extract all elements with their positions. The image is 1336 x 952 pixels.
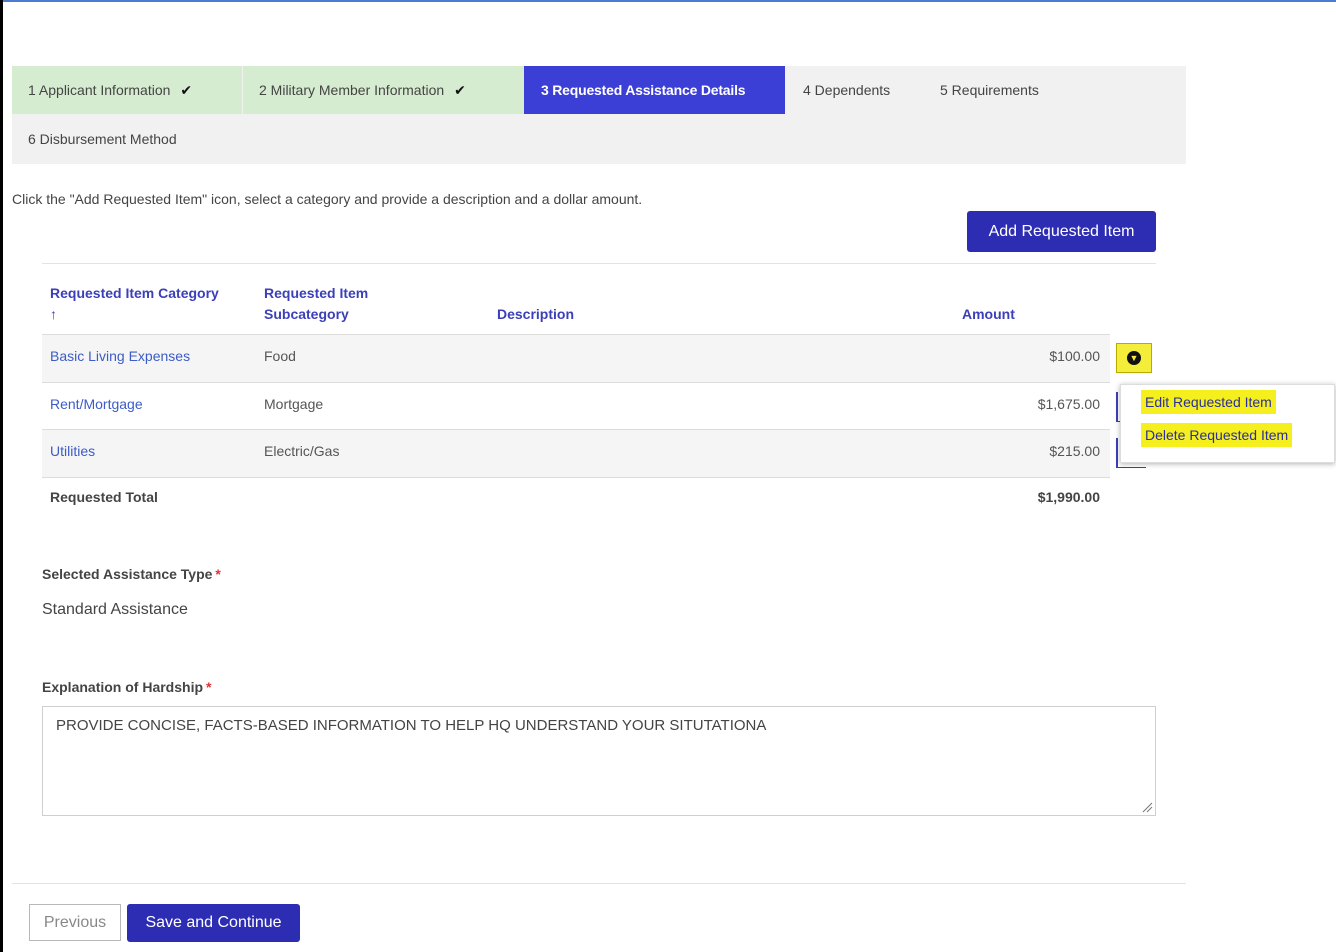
column-header-category[interactable]: Requested Item Category ↑ [50,283,219,325]
table-divider [42,477,1110,478]
row-amount: $100.00 [1049,348,1100,364]
required-marker: * [206,679,212,695]
step-label: 2 Military Member Information [259,82,445,98]
row-amount: $215.00 [1049,443,1100,459]
label-text: Explanation of Hardship [42,679,204,695]
header-text: Requested Item Category [50,285,219,301]
hardship-label: Explanation of Hardship * [42,679,211,695]
menu-item-delete-requested-item[interactable]: Delete Requested Item [1141,423,1293,447]
step-navigation: 1 Applicant Information ✔ 2 Military Mem… [12,66,1186,164]
row-category: Basic Living Expenses [50,348,191,364]
required-marker: * [215,566,221,582]
row-actions-button[interactable]: ▼ [1116,343,1152,373]
requested-total-value: $1,990.00 [1037,489,1100,505]
row-subcategory: Electric/Gas [264,443,340,459]
divider [42,263,1156,264]
step-applicant-information[interactable]: 1 Applicant Information ✔ [12,66,242,114]
step-label: 6 Disbursement Method [28,131,177,147]
step-dependents[interactable]: 4 Dependents [787,66,917,114]
row-actions-menu: Edit Requested Item Delete Requested Ite… [1120,384,1335,463]
resize-handle-icon[interactable] [1141,801,1153,813]
add-requested-item-button[interactable]: Add Requested Item [967,211,1156,252]
checkmark-icon: ✔ [454,81,466,98]
row-category: Rent/Mortgage [50,396,143,412]
footer-divider [12,883,1186,884]
step-requirements[interactable]: 5 Requirements [924,66,1064,114]
menu-item-edit-requested-item[interactable]: Edit Requested Item [1141,390,1276,414]
header-text: Subcategory [264,306,349,322]
assistance-type-value: Standard Assistance [42,601,188,618]
label-text: Selected Assistance Type [42,566,213,582]
header-text: Requested Item [264,285,369,301]
instructions-text: Click the "Add Requested Item" icon, sel… [12,191,643,207]
column-header-subcategory[interactable]: Requested Item Subcategory [264,283,368,325]
step-label: 3 Requested Assistance Details [541,82,746,98]
step-label: 4 Dependents [803,82,891,98]
chevron-down-circle-icon: ▼ [1127,351,1141,365]
checkmark-icon: ✔ [180,81,193,98]
requested-total-label: Requested Total [50,489,158,505]
hardship-textarea[interactable]: PROVIDE CONCISE, FACTS-BASED INFORMATION… [42,706,1156,816]
step-military-member-information[interactable]: 2 Military Member Information ✔ [243,66,524,114]
row-category: Utilities [50,443,96,459]
sort-ascending-icon: ↑ [50,306,57,322]
window-left-border [0,0,8,952]
window-top-border [0,0,1336,6]
column-header-amount[interactable]: Amount [962,304,1015,325]
assistance-type-label: Selected Assistance Type * [42,566,221,582]
column-header-description[interactable]: Description [497,304,574,325]
row-subcategory: Mortgage [264,396,324,412]
previous-button[interactable]: Previous [29,904,121,941]
step-label: 1 Applicant Information [28,82,171,98]
row-amount: $1,675.00 [1037,396,1100,412]
step-label: 5 Requirements [940,82,1039,98]
save-and-continue-button[interactable]: Save and Continue [127,904,300,942]
step-requested-assistance-details[interactable]: 3 Requested Assistance Details [524,66,785,114]
row-subcategory: Food [264,348,296,364]
step-disbursement-method[interactable]: 6 Disbursement Method [12,115,242,163]
